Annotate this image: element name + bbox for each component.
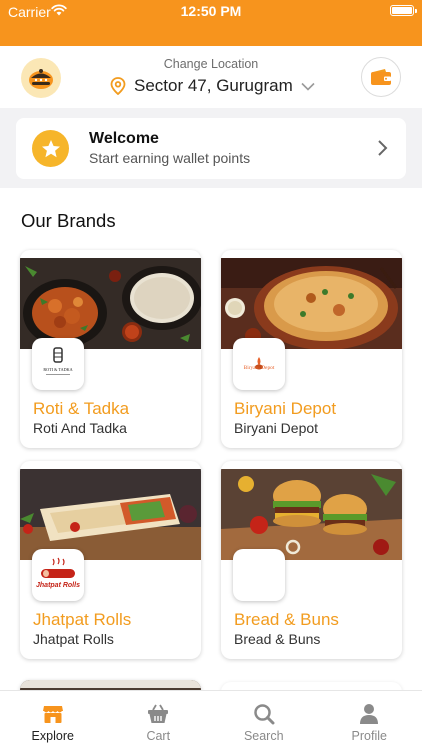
star-icon — [41, 139, 60, 157]
search-icon — [254, 704, 275, 725]
wallet-button[interactable] — [361, 57, 401, 97]
brand-image-curry-rice — [20, 258, 201, 349]
brand-logo-jhatpat-rolls: Jhatpat Rolls — [32, 549, 84, 601]
section-title: Our Brands — [21, 210, 116, 231]
tab-explore[interactable]: Explore — [0, 691, 106, 750]
tab-profile[interactable]: Profile — [317, 691, 422, 750]
tab-search[interactable]: Search — [211, 691, 317, 750]
brand-logo-roti-tadka: ROTI & TADKA — [32, 338, 84, 390]
brand-logo-biryani-depot: Biryani Depot — [233, 338, 285, 390]
change-location-label: Change Location — [163, 57, 259, 71]
roti-tadka-logo-text: ROTI & TADKA — [43, 367, 72, 372]
brand-subtitle: Jhatpat Rolls — [33, 631, 114, 647]
tab-label: Search — [243, 729, 284, 743]
user-icon — [360, 704, 379, 724]
star-badge — [32, 130, 69, 167]
location-selector[interactable]: Sector 47, Gurugram — [110, 75, 315, 97]
brand-image-biryani — [221, 258, 402, 349]
welcome-title: Welcome — [89, 130, 159, 147]
location-text: Sector 47, Gurugram — [134, 76, 293, 95]
jhatpat-logo-text: Jhatpat Rolls — [36, 582, 80, 589]
wallet-icon — [371, 69, 391, 85]
tab-label: Explore — [31, 729, 74, 743]
biryani-logo-text: Biryani Depot — [244, 365, 275, 371]
brand-name: Jhatpat Rolls — [33, 610, 132, 629]
brand-subtitle: Bread & Buns — [234, 631, 321, 647]
tab-label: Profile — [351, 729, 387, 743]
brand-card-biryani-depot[interactable]: Biryani Depot Biryani Depot Biryani Depo… — [221, 250, 402, 448]
brand-name: Biryani Depot — [234, 399, 337, 418]
battery-icon — [390, 5, 417, 16]
brand-logo-bread-buns — [233, 549, 285, 601]
location-pin-icon — [110, 77, 126, 95]
welcome-subtitle: Start earning wallet points — [89, 150, 251, 166]
basket-icon — [148, 704, 169, 723]
brand-subtitle: Roti And Tadka — [33, 420, 127, 436]
bottom-tab-bar: Explore Cart Search Profile — [0, 690, 422, 750]
brand-subtitle: Biryani Depot — [234, 420, 319, 436]
chevron-down-icon — [301, 82, 315, 91]
store-icon — [42, 706, 63, 723]
brand-image-burgers — [221, 469, 402, 560]
brand-card-jhatpat-rolls[interactable]: Jhatpat Rolls Jhatpat Rolls Jhatpat Roll… — [20, 461, 201, 659]
brand-card-roti-tadka[interactable]: ROTI & TADKA Roti & Tadka Roti And Tadka — [20, 250, 201, 448]
brand-image-wrap-roll — [20, 469, 201, 560]
tab-cart[interactable]: Cart — [106, 691, 212, 750]
chevron-right-icon — [378, 140, 388, 156]
header: Change Location Sector 47, Gurugram — [0, 46, 422, 108]
status-time: 12:50 PM — [180, 3, 242, 19]
brand-name: Bread & Buns — [234, 610, 339, 629]
status-bar: Carrier 12:50 PM — [0, 0, 422, 46]
tab-label: Cart — [146, 729, 171, 743]
brand-name: Roti & Tadka — [33, 399, 130, 418]
welcome-card[interactable]: Welcome Start earning wallet points — [16, 118, 406, 179]
brand-card-bread-buns[interactable]: Bread & Buns Bread & Buns — [221, 461, 402, 659]
